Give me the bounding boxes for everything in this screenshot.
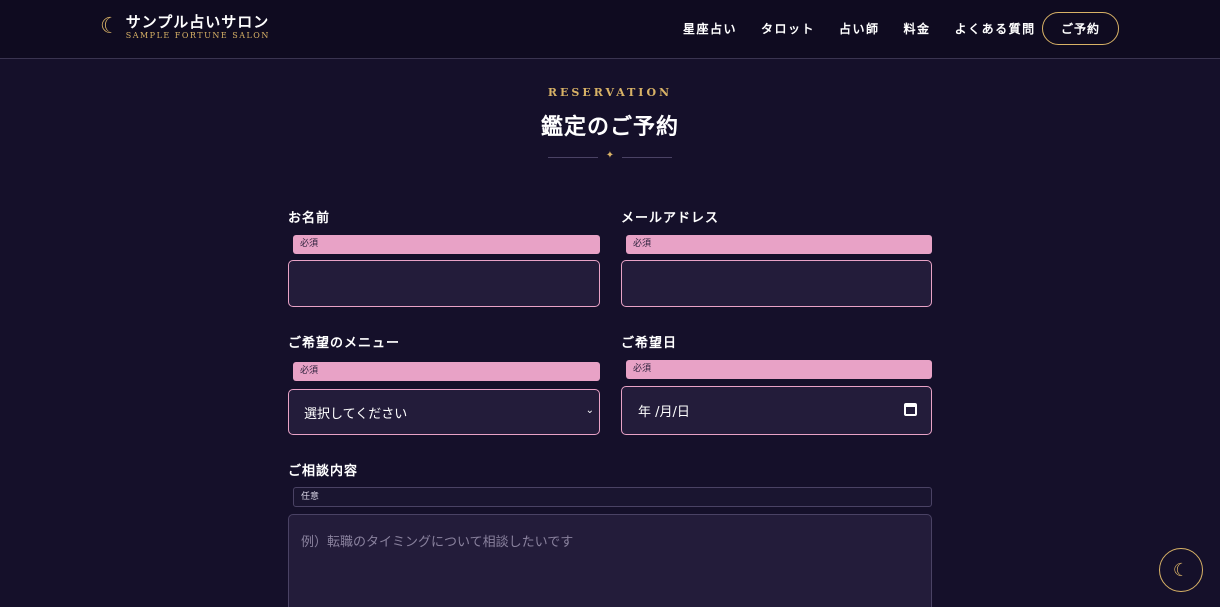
- menu-label: ご希望のメニュー: [288, 336, 401, 351]
- message-textarea[interactable]: 例）転職のタイミングについて相談したいです: [288, 514, 932, 607]
- section-divider: ✦: [548, 150, 672, 163]
- logo-title: サンプル占いサロン: [125, 13, 270, 31]
- sparkle-icon: ✦: [605, 150, 615, 161]
- chevron-down-icon: ⌄: [585, 405, 594, 416]
- logo-text: サンプル占いサロン SAMPLE FORTUNE SALON: [126, 13, 270, 41]
- reserve-button[interactable]: ご予約: [1042, 12, 1119, 45]
- name-required-badge: 必須: [293, 235, 600, 254]
- crescent-moon-icon: ☾: [1172, 559, 1190, 581]
- menu-select[interactable]: 選択してください ⌄: [288, 389, 600, 435]
- email-required-badge: 必須: [626, 235, 932, 254]
- calendar-icon[interactable]: [904, 403, 917, 416]
- divider-line-right: [622, 157, 672, 158]
- date-label: ご希望日: [621, 336, 678, 351]
- section-eyebrow: RESERVATION: [547, 86, 673, 99]
- nav-item-pricing[interactable]: 料金: [904, 22, 931, 36]
- floating-moon-button[interactable]: ☾: [1159, 548, 1203, 592]
- nav-item-faq[interactable]: よくある質問: [955, 22, 1036, 36]
- message-placeholder: 例）転職のタイミングについて相談したいです: [301, 535, 574, 550]
- site-header: ☾ サンプル占いサロン SAMPLE FORTUNE SALON 星座占い タロ…: [0, 0, 1220, 59]
- date-input[interactable]: 年 /月/日: [621, 386, 932, 435]
- menu-required-badge: 必須: [293, 362, 600, 381]
- menu-select-value: 選択してください: [304, 406, 408, 422]
- main-nav: 星座占い タロット 占い師 料金 よくある質問: [683, 22, 1060, 36]
- logo[interactable]: ☾ サンプル占いサロン SAMPLE FORTUNE SALON: [100, 13, 270, 41]
- nav-item-tarot[interactable]: タロット: [761, 22, 815, 36]
- message-optional-badge: 任意: [293, 487, 932, 507]
- divider-line-left: [548, 157, 598, 158]
- name-label: お名前: [288, 211, 331, 226]
- nav-item-horoscope[interactable]: 星座占い: [683, 22, 737, 36]
- name-input[interactable]: [288, 260, 600, 307]
- date-placeholder: 年 /月/日: [638, 405, 690, 420]
- logo-subtitle: SAMPLE FORTUNE SALON: [125, 31, 270, 40]
- date-required-badge: 必須: [626, 360, 932, 379]
- message-label: ご相談内容: [288, 464, 359, 479]
- section-title: 鑑定のご予約: [540, 114, 679, 140]
- crescent-moon-icon: ☾: [100, 14, 120, 39]
- email-label: メールアドレス: [621, 211, 720, 226]
- email-input[interactable]: [621, 260, 932, 307]
- nav-item-fortune-tellers[interactable]: 占い師: [839, 22, 880, 36]
